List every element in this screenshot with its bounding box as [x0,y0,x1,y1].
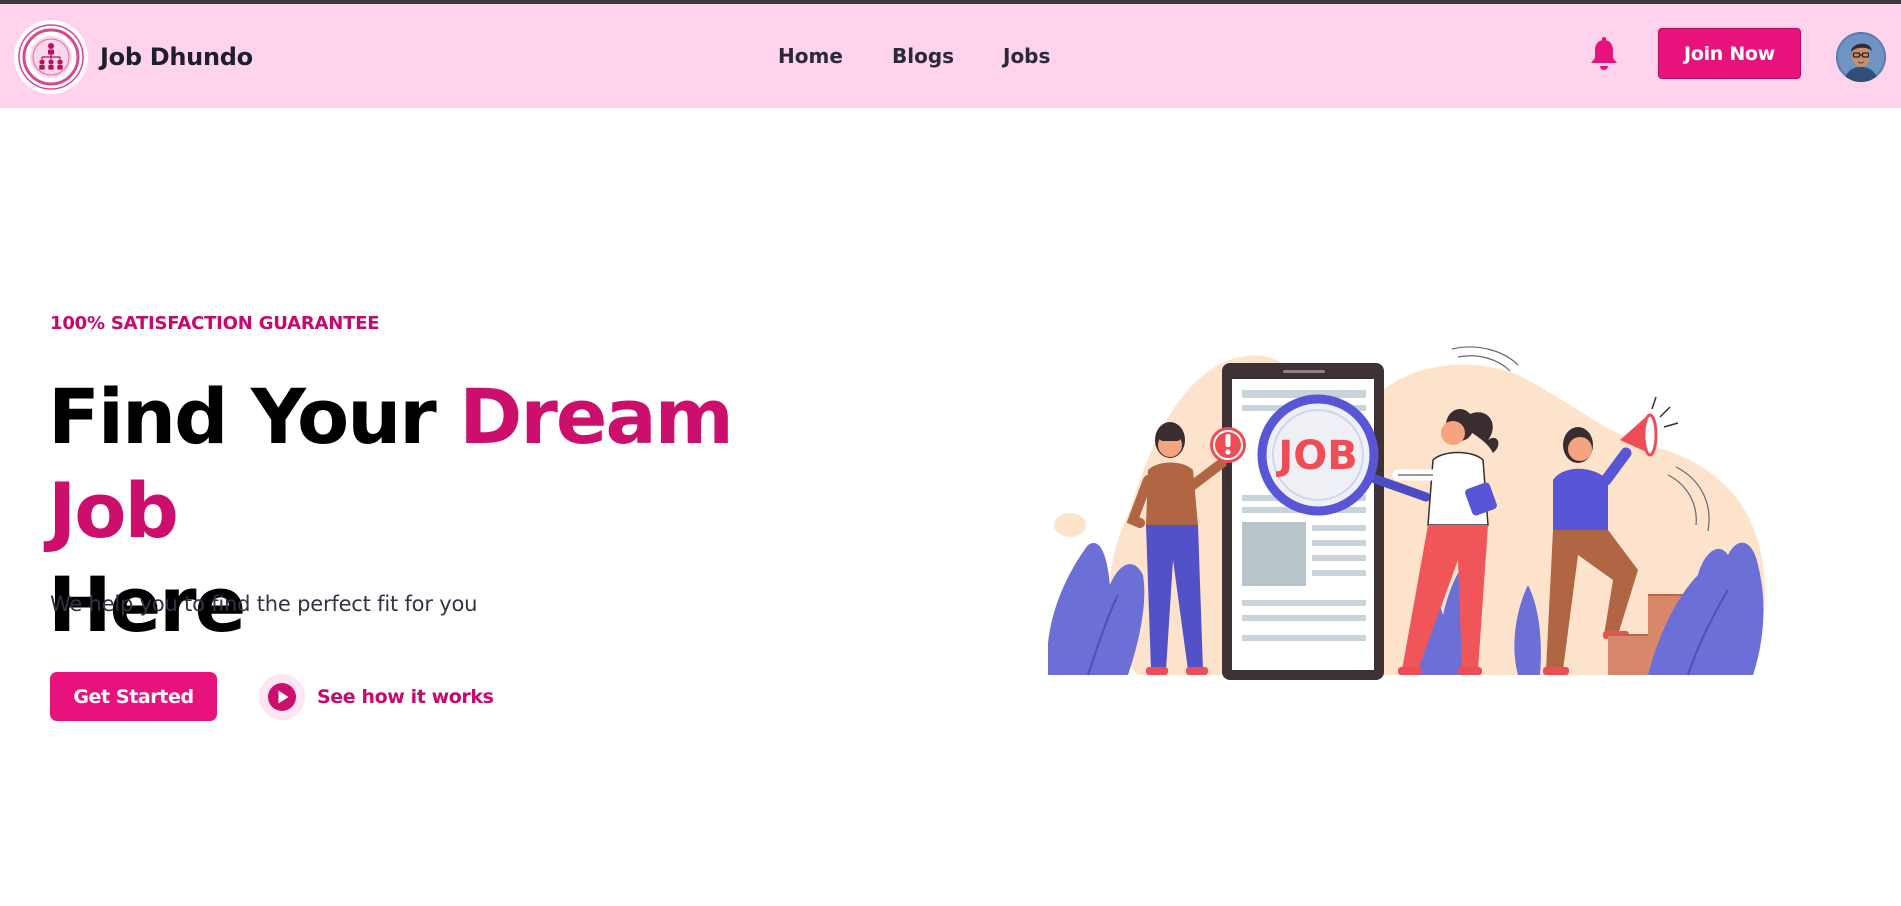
bell-icon[interactable] [1588,37,1620,73]
join-now-button[interactable]: Join Now [1658,28,1801,79]
headline-start: Find Your [48,372,460,461]
see-how-it-works-link[interactable]: See how it works [259,674,494,720]
brand-name: Job Dhundo [100,43,253,71]
play-icon [259,674,305,720]
nav-link-jobs[interactable]: Jobs [1003,44,1050,68]
hero-subtitle: We help you to find the perfect fit for … [50,592,478,616]
nav-link-blogs[interactable]: Blogs [892,44,954,68]
get-started-button[interactable]: Get Started [50,672,217,721]
nav-link-home[interactable]: Home [778,44,843,68]
user-avatar[interactable] [1836,32,1886,82]
job-sign-text: JOB [1275,433,1357,479]
brand-link[interactable]: Job Dhundo [14,20,253,94]
job-search-illustration: JOB [1048,346,1766,680]
hero-tagline: 100% SATISFACTION GUARANTEE [50,313,380,334]
see-how-label: See how it works [317,686,494,708]
org-chart-logo-icon [14,20,88,94]
